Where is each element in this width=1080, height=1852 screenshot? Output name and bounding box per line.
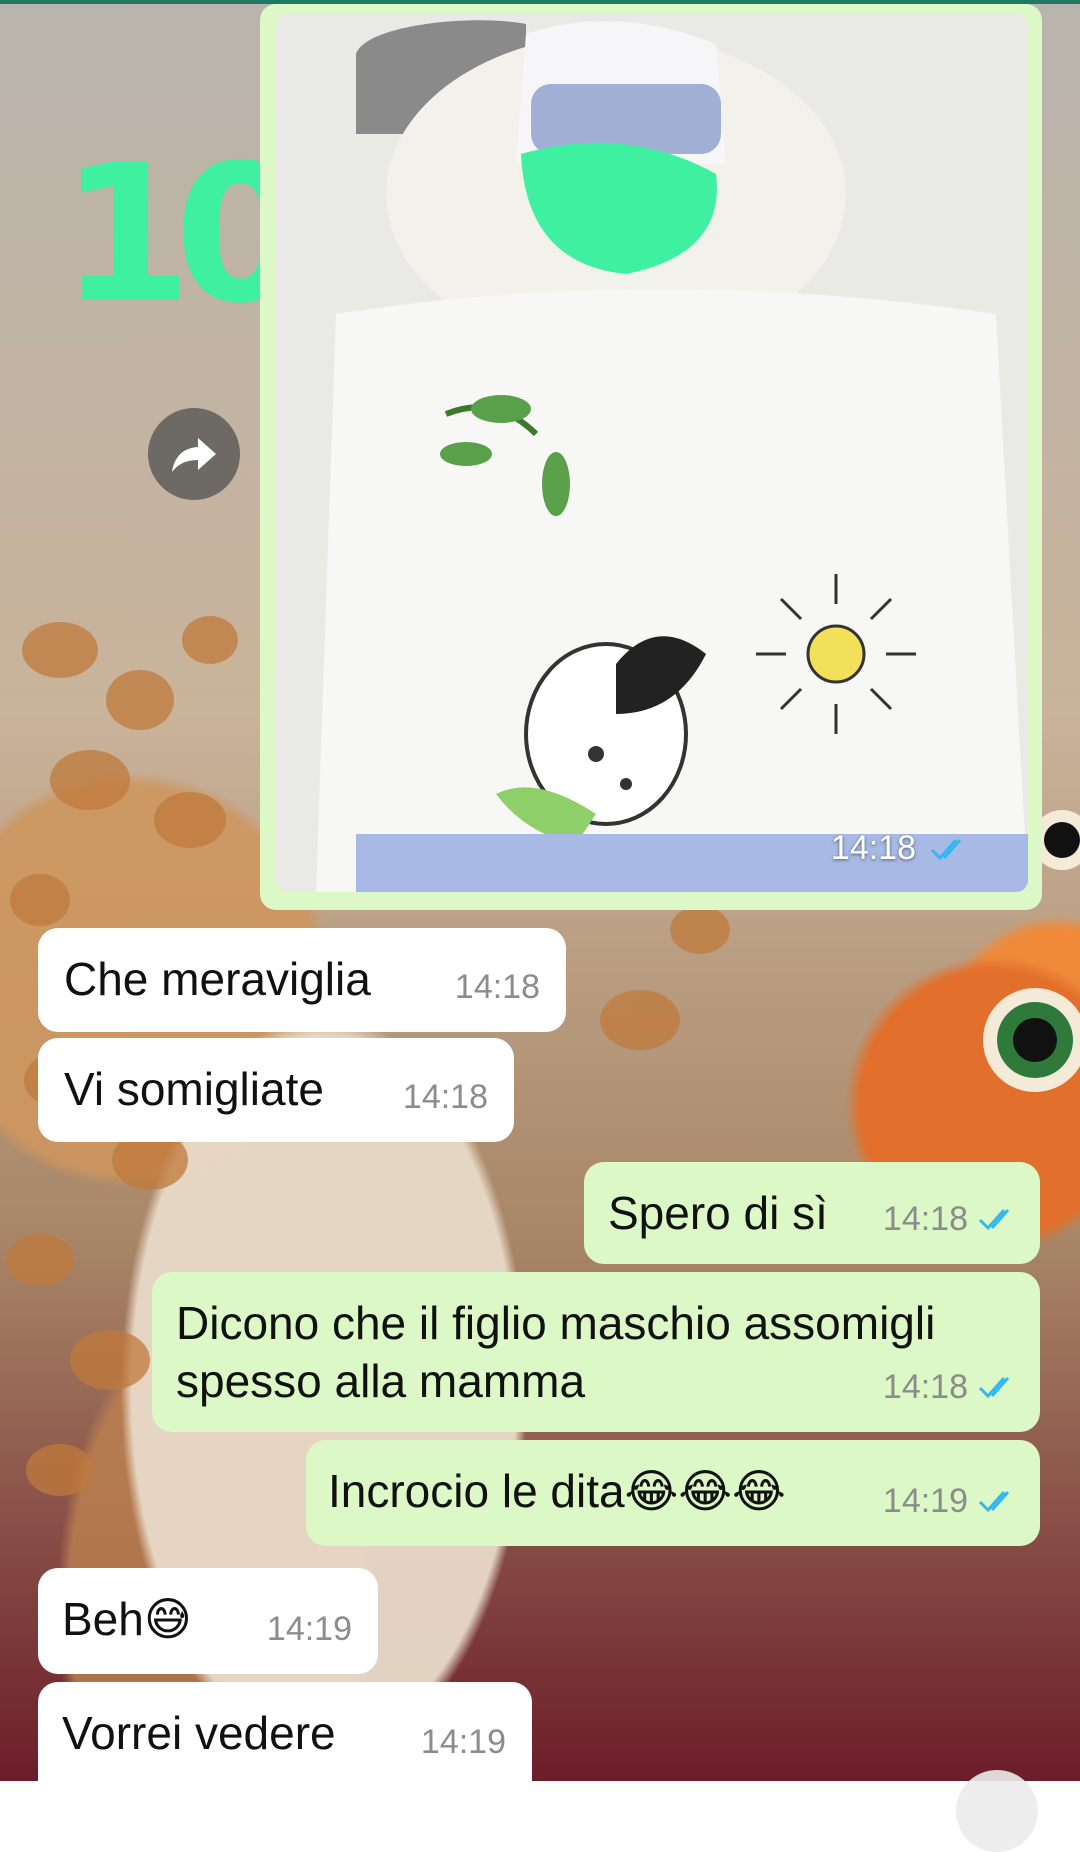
photo-illustration xyxy=(276,14,1028,892)
message-text: Dicono che il figlio maschio assomigli xyxy=(176,1297,936,1349)
message-text: Che meraviglia xyxy=(64,953,371,1005)
message-time: 14:18 xyxy=(882,1200,968,1238)
message-text-line-2: spesso alla mamma xyxy=(176,1355,586,1407)
message-bubble[interactable]: Beh😅 14:19 xyxy=(38,1568,378,1674)
message-bubble[interactable]: Dicono che il figlio maschio assomigli s… xyxy=(152,1272,1040,1432)
message-bubble[interactable]: Spero di sì 14:18 xyxy=(584,1162,1040,1264)
sticker-number: 10 xyxy=(60,124,306,345)
baby-photo[interactable]: 14:18 xyxy=(276,14,1028,892)
message-bubble[interactable]: Che meraviglia 14:18 xyxy=(38,928,566,1032)
message-bubble[interactable]: Vi somigliate 14:18 xyxy=(38,1038,514,1142)
message-time: 14:19 xyxy=(882,1482,968,1520)
message-bubble[interactable]: Vorrei vedere 14:19 xyxy=(38,1682,532,1781)
double-check-icon xyxy=(930,838,962,860)
message-time: 14:19 xyxy=(420,1723,506,1761)
message-time: 14:19 xyxy=(266,1610,352,1648)
message-time: 14:18 xyxy=(882,1368,968,1406)
message-time: 14:18 xyxy=(402,1078,488,1116)
message-text: Vi somigliate xyxy=(64,1063,324,1115)
scroll-to-bottom-button[interactable] xyxy=(956,1770,1038,1852)
double-check-icon xyxy=(978,1491,1010,1513)
message-text: Vorrei vedere xyxy=(62,1707,336,1759)
double-check-icon xyxy=(978,1209,1010,1231)
forward-arrow-icon xyxy=(172,438,216,472)
message-text: Incrocio le dita😂😂😂 xyxy=(328,1465,786,1517)
double-check-icon xyxy=(978,1377,1010,1399)
message-text: Spero di sì xyxy=(608,1187,828,1239)
photo-time: 14:18 xyxy=(830,829,916,867)
message-time: 14:18 xyxy=(454,968,540,1006)
message-bubble[interactable]: Incrocio le dita😂😂😂 14:19 xyxy=(306,1440,1040,1546)
forward-button[interactable] xyxy=(148,408,240,500)
message-text: Beh😅 xyxy=(62,1593,192,1645)
